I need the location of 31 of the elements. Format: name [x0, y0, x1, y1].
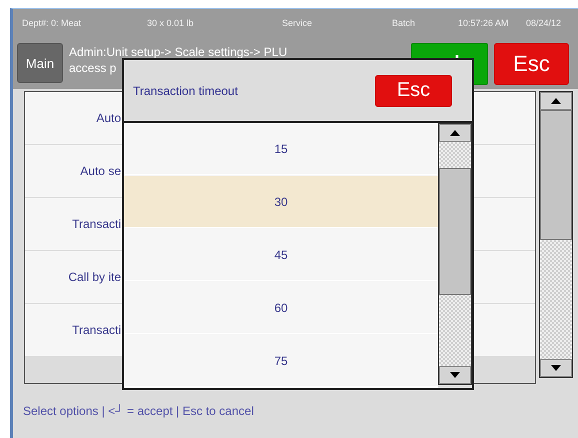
scrollbar[interactable] [438, 123, 472, 385]
up-arrow-icon [450, 130, 460, 136]
scroll-down-button[interactable] [540, 359, 572, 377]
main-button[interactable]: Main [17, 43, 63, 83]
scroll-up-button[interactable] [439, 124, 471, 142]
time-label: 10:57:26 AM [458, 18, 510, 28]
scroll-thumb[interactable] [439, 168, 471, 295]
scroll-thumb[interactable] [540, 110, 572, 240]
dialog-esc-button[interactable]: Esc [375, 74, 452, 106]
department-label: Dept#: 0: Meat [21, 18, 82, 28]
setting-label: Auto [95, 111, 121, 125]
option-row[interactable]: 30 [124, 176, 438, 228]
setting-label: Transacti [71, 217, 121, 231]
date-label: 08/24/12 [526, 18, 562, 28]
hint-text: Select options | <┘ = accept | Esc to cancel [23, 404, 254, 418]
batch-label: Batch [392, 18, 416, 28]
up-arrow-icon [551, 98, 561, 104]
mode-label: Service [282, 18, 314, 28]
setting-label: Call by ite [67, 270, 121, 284]
breadcrumb-text: Admin:Unit setup-> Scale settings-> PLU [69, 44, 288, 60]
esc-button[interactable]: Esc [494, 43, 569, 85]
scrollbar[interactable] [539, 91, 573, 378]
scroll-up-button[interactable] [540, 92, 572, 110]
setting-label: Transacti [71, 323, 121, 337]
quantity-label: 30 x 0.01 lb [147, 18, 195, 28]
breadcrumb-text: access p [69, 60, 116, 76]
setting-label: Auto se [79, 164, 121, 178]
down-arrow-icon [551, 365, 561, 371]
down-arrow-icon [450, 372, 460, 378]
dialog-title: Transaction timeout [133, 84, 238, 98]
scroll-down-button[interactable] [439, 366, 471, 384]
